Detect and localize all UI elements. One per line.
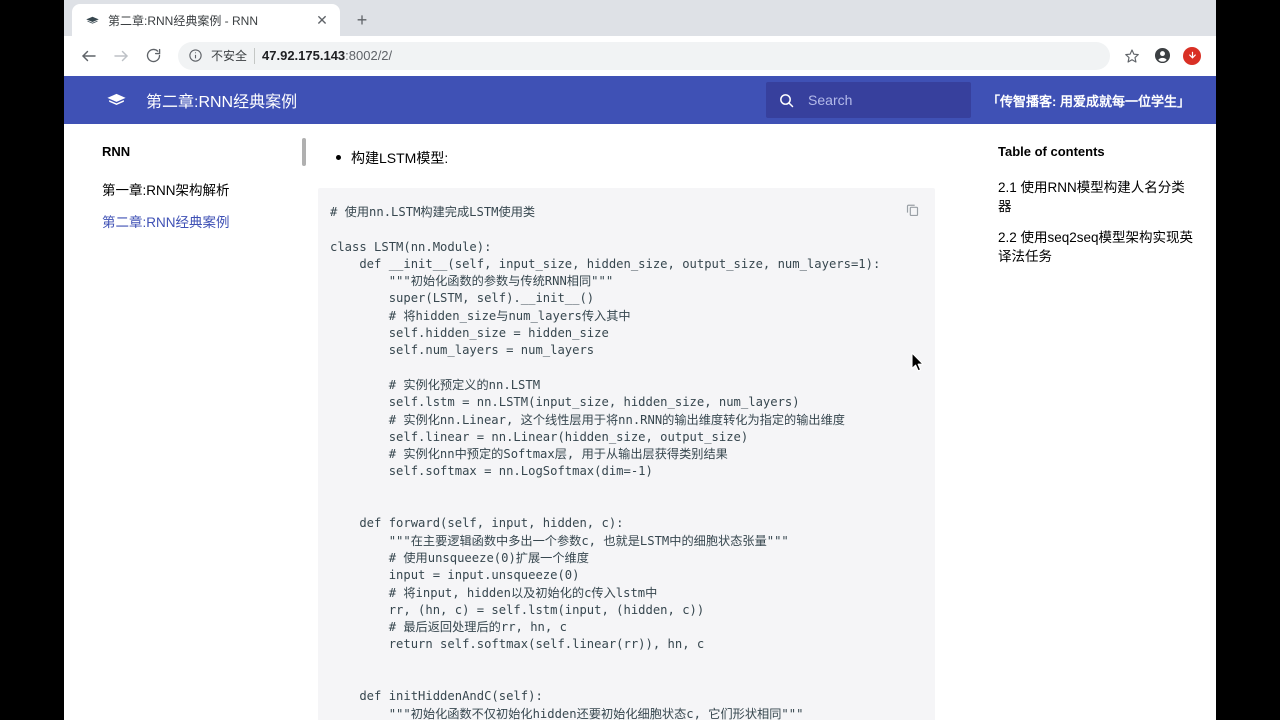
url-host: 47.92.175.143 xyxy=(262,48,346,63)
bullet-label: 构建LSTM模型: xyxy=(351,150,449,166)
back-button[interactable] xyxy=(74,41,104,71)
sidebar-nav: RNN 第一章:RNN架构解析 第二章:RNN经典案例 xyxy=(64,124,302,695)
sidebar-item-chapter-2[interactable]: 第二章:RNN经典案例 xyxy=(102,207,302,239)
content-scrollbar-thumb[interactable] xyxy=(302,138,306,166)
update-badge xyxy=(1183,46,1201,65)
browser-tab[interactable]: 第二章:RNN经典案例 - RNN ✕ xyxy=(72,4,340,36)
code-text: # 使用nn.LSTM构建完成LSTM使用类 class LSTM(nn.Mod… xyxy=(330,205,881,720)
site-search[interactable] xyxy=(766,82,972,118)
toc-heading: Table of contents xyxy=(998,144,1105,159)
close-icon[interactable]: ✕ xyxy=(314,12,330,28)
bullet-dot-icon xyxy=(336,155,341,160)
content-scrollbar[interactable] xyxy=(302,124,306,695)
toc-item-2-2[interactable]: 2.2 使用seq2seq模型架构实现英译法任务 xyxy=(998,223,1196,273)
browser-window: 第二章:RNN经典案例 - RNN ✕ + 不安全 47.92.175.143:… xyxy=(64,0,1216,720)
info-circle-icon[interactable] xyxy=(188,48,204,64)
security-status-label: 不安全 xyxy=(211,49,248,63)
star-icon[interactable] xyxy=(1118,42,1146,70)
site-slogan: 「传智播客: 用爱成就每一位学生」 xyxy=(987,93,1190,109)
sidebar-heading: RNN xyxy=(102,144,131,159)
address-bar[interactable]: 不安全 47.92.175.143:8002/2/ xyxy=(178,41,1110,70)
page-body: RNN 第一章:RNN架构解析 第二章:RNN经典案例 构建LSTM模型: # … xyxy=(64,124,1216,720)
new-tab-button[interactable]: + xyxy=(348,6,376,34)
reload-button[interactable] xyxy=(138,41,168,71)
screen-letterbox: 第二章:RNN经典案例 - RNN ✕ + 不安全 47.92.175.143:… xyxy=(0,0,1280,720)
account-circle-icon[interactable] xyxy=(1148,42,1176,70)
search-input[interactable] xyxy=(808,92,960,108)
mkdocs-material-logo[interactable] xyxy=(104,88,128,112)
search-icon xyxy=(778,92,796,109)
tab-strip: 第二章:RNN经典案例 - RNN ✕ + xyxy=(64,0,1216,36)
site-header: 第二章:RNN经典案例 「传智播客: 用爱成就每一位学生」 xyxy=(64,76,1216,124)
toc-item-2-1[interactable]: 2.1 使用RNN模型构建人名分类器 xyxy=(998,173,1196,223)
main-content: 构建LSTM模型: # 使用nn.LSTM构建完成LSTM使用类 class L… xyxy=(302,124,978,720)
url-path: :8002/2/ xyxy=(345,48,393,63)
update-download-icon[interactable] xyxy=(1178,42,1206,70)
graduation-cap-icon xyxy=(84,12,100,28)
url-text: 47.92.175.143:8002/2/ xyxy=(262,48,392,63)
bullet-item: 构建LSTM模型: xyxy=(316,124,978,168)
tab-title: 第二章:RNN经典案例 - RNN xyxy=(108,13,258,28)
table-of-contents: Table of contents 2.1 使用RNN模型构建人名分类器 2.2… xyxy=(978,124,1216,695)
omnibox-divider xyxy=(254,47,256,64)
forward-button[interactable] xyxy=(106,41,136,71)
code-block: # 使用nn.LSTM构建完成LSTM使用类 class LSTM(nn.Mod… xyxy=(318,188,935,720)
browser-toolbar: 不安全 47.92.175.143:8002/2/ xyxy=(64,36,1216,76)
sidebar-item-chapter-1[interactable]: 第一章:RNN架构解析 xyxy=(102,175,302,207)
site-title: 第二章:RNN经典案例 xyxy=(146,94,298,111)
copy-icon[interactable] xyxy=(901,198,923,220)
